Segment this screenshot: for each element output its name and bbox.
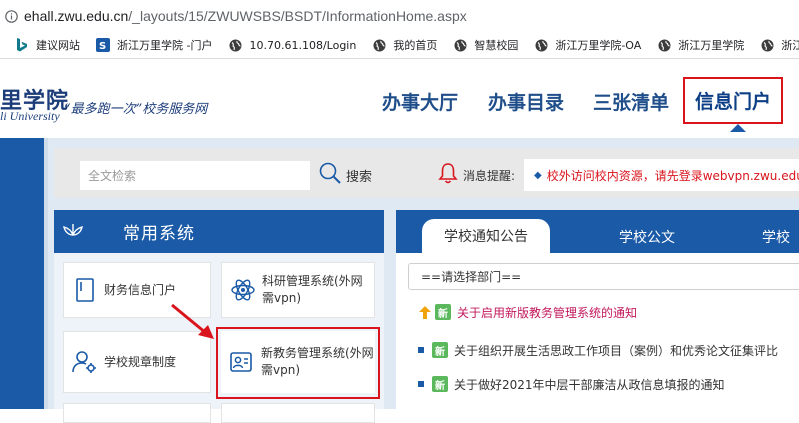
logo-english: li University: [0, 109, 60, 123]
search-icon: [318, 161, 342, 189]
bookmarks-bar: 建议网站 S 浙江万里学院 -门户 10.70.61.108/Login 我的首…: [0, 32, 799, 59]
url-text[interactable]: ehall.zwu.edu.cn/_layouts/15/ZWUWSBS/BSD…: [24, 8, 467, 24]
bing-icon: [15, 38, 29, 52]
diamond-icon: ◆: [534, 169, 542, 181]
bookmark-item[interactable]: 浙江万里学院: [657, 37, 744, 53]
bookmark-item[interactable]: S 浙江万里学院 -门户: [96, 37, 212, 53]
common-systems-panel: 常用系统 财务信息门户 科研管理系统(外网需vpn) 学校规章制度 新教务管理系…: [54, 210, 384, 423]
new-badge: 新: [432, 342, 448, 358]
bookmark-item[interactable]: 建议网站: [15, 37, 80, 53]
news-item[interactable]: 新 关于做好2021年中层干部廉洁从政信息填报的通知: [418, 374, 725, 394]
site-s-icon: S: [96, 38, 110, 52]
address-bar[interactable]: ehall.zwu.edu.cn/_layouts/15/ZWUWSBS/BSD…: [0, 0, 799, 32]
message-notice-label: 消息提醒:: [438, 160, 515, 190]
globe-icon: [228, 38, 242, 52]
atom-icon: [230, 277, 256, 303]
svg-text:S: S: [99, 41, 106, 52]
arrow-up-icon: [418, 305, 432, 319]
search-input[interactable]: [80, 161, 310, 190]
bookmark-item[interactable]: 10.70.61.108/Login: [228, 38, 356, 52]
bookmark-item[interactable]: 我的首页: [372, 37, 437, 53]
news-item[interactable]: 新 关于启用新版教务管理系统的通知: [418, 302, 637, 322]
common-systems-header: 常用系统: [54, 210, 384, 253]
square-bullet-icon: [418, 347, 424, 353]
department-select[interactable]: ==请选择部门==: [408, 263, 799, 290]
new-badge: 新: [432, 376, 448, 392]
site-header: 里学院 li University “最多跑一次”校务服务网 办事大厅 办事目录…: [0, 60, 799, 138]
square-bullet-icon: [418, 381, 424, 387]
leaf-icon: [63, 222, 83, 242]
main-content: 搜索 消息提醒: ◆ 校外访问校内资源，请先登录webvpn.zwu.edu.c…: [0, 138, 799, 423]
document-icon: [72, 277, 98, 303]
system-card-partial[interactable]: [221, 403, 375, 423]
globe-icon: [453, 38, 467, 52]
bookmark-item[interactable]: 浙江万里学院-OA: [534, 37, 641, 53]
globe-icon: [372, 38, 386, 52]
globe-icon: [657, 38, 671, 52]
news-panel: 学校通知公告 学校公文 学校 ==请选择部门== 新 关于启用新版教务管理系统的…: [396, 210, 799, 409]
nav-item-three-lists[interactable]: 三张清单: [593, 88, 669, 115]
highlight-box: [216, 327, 380, 399]
notice-marquee[interactable]: ◆ 校外访问校内资源，请先登录webvpn.zwu.edu.cn: [524, 159, 799, 191]
globe-icon: [760, 38, 774, 52]
tab-school-more[interactable]: 学校: [762, 221, 799, 253]
left-strip-shade: [44, 138, 48, 409]
new-badge: 新: [435, 304, 451, 320]
nav-item-info-portal[interactable]: 信息门户: [683, 77, 783, 124]
bell-icon: [438, 162, 458, 188]
left-side-strip: [0, 138, 44, 409]
user-settings-icon: [72, 349, 98, 375]
tab-school-documents[interactable]: 学校公文: [592, 221, 702, 253]
search-button[interactable]: 搜索: [318, 160, 372, 190]
info-icon[interactable]: [4, 9, 18, 23]
news-item[interactable]: 新 关于组织开展生活思政工作项目（案例）和优秀论文征集评比: [418, 340, 778, 360]
globe-icon: [534, 38, 548, 52]
nav-item-service-hall[interactable]: 办事大厅: [382, 88, 458, 115]
nav-active-caret: [730, 124, 746, 132]
annotation-arrow-icon: [171, 303, 214, 339]
common-systems-title: 常用系统: [123, 224, 195, 244]
tab-school-notices[interactable]: 学校通知公告: [422, 219, 550, 253]
system-card-research[interactable]: 科研管理系统(外网需vpn): [221, 262, 375, 318]
news-tabs: 学校通知公告 学校公文 学校: [396, 210, 799, 253]
nav-item-service-catalog[interactable]: 办事目录: [488, 88, 564, 115]
bookmark-item[interactable]: 智慧校园: [453, 37, 518, 53]
system-card-partial[interactable]: [63, 403, 211, 423]
slogan: “最多跑一次”校务服务网: [64, 102, 208, 117]
bookmark-item[interactable]: 浙江万: [760, 37, 799, 53]
search-bar: 搜索 消息提醒: ◆ 校外访问校内资源，请先登录webvpn.zwu.edu.c…: [54, 148, 799, 198]
